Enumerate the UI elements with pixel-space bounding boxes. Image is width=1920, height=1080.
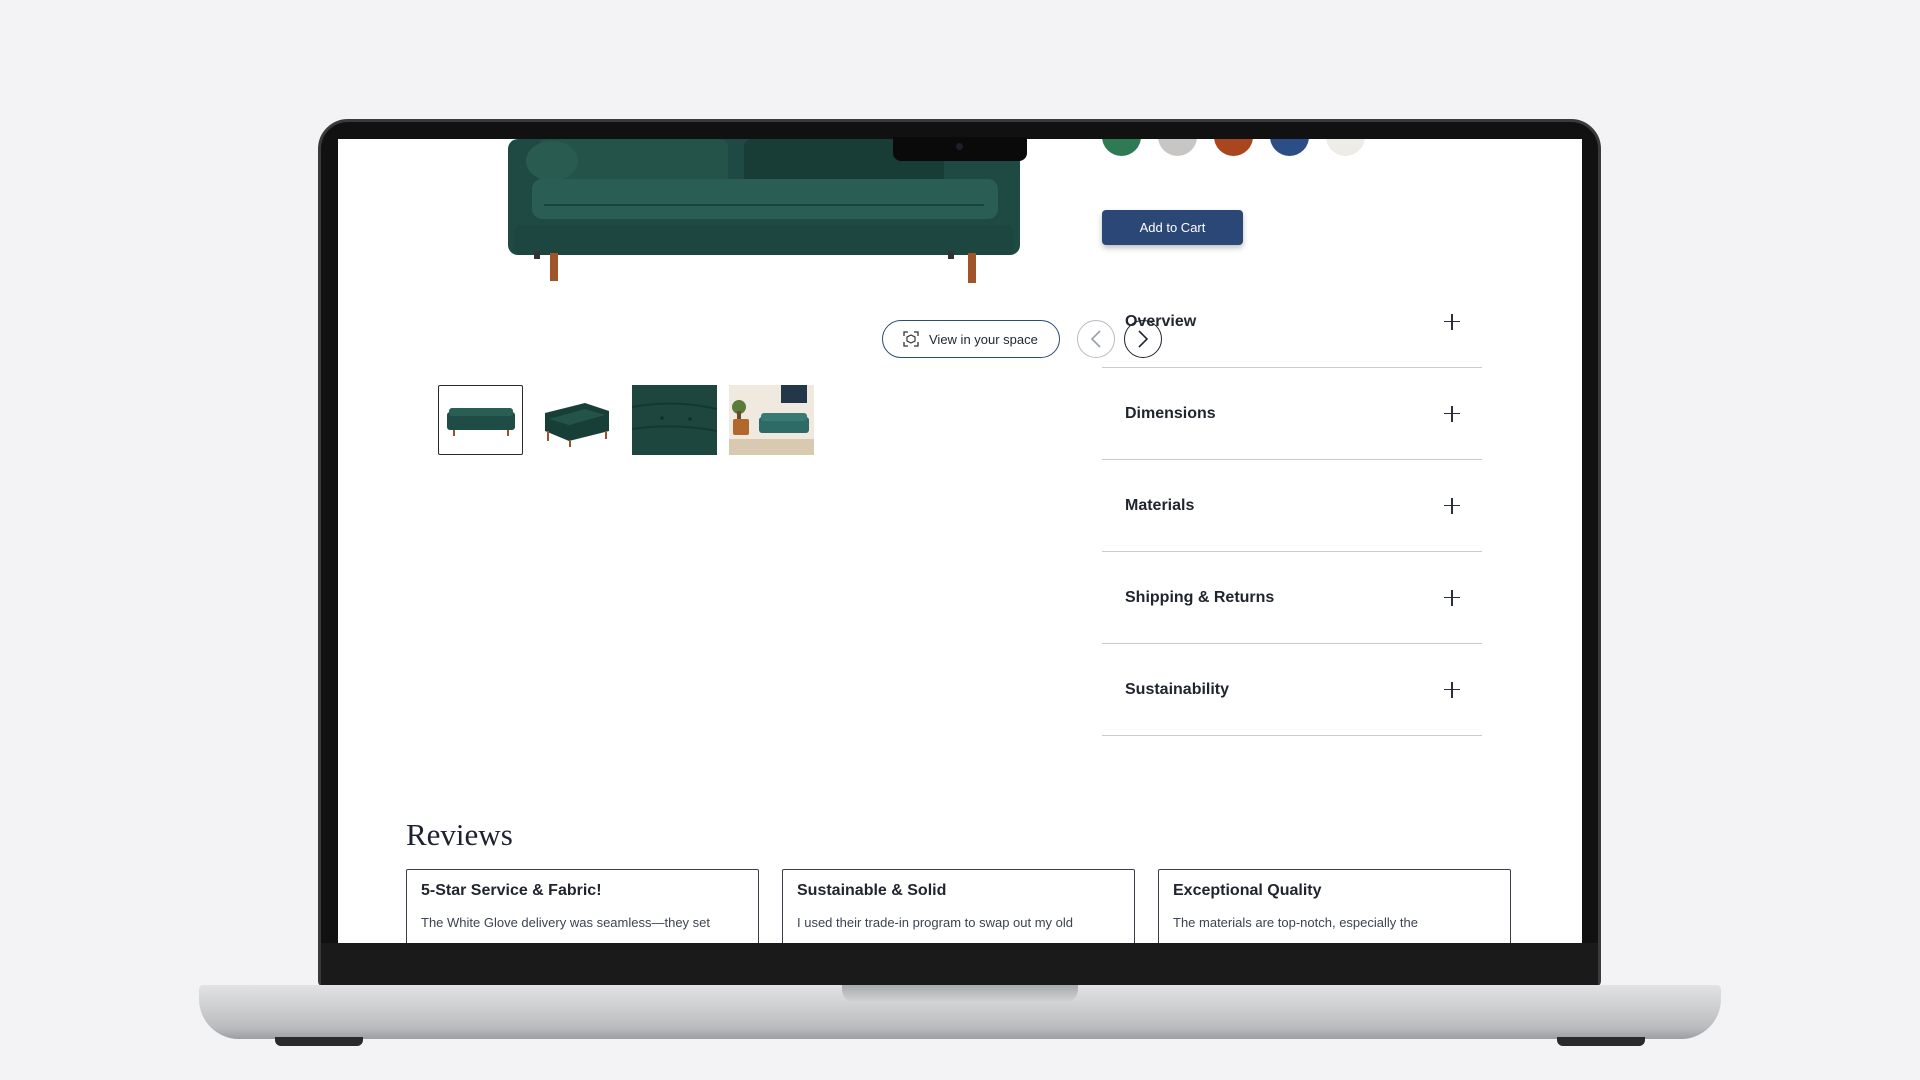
- product-details-accordion: Overview Dimensions Materials Shipping &…: [1102, 276, 1482, 736]
- laptop-hinge: [321, 943, 1598, 987]
- product-hero-image: View in your space: [438, 139, 1162, 370]
- camera-icon: [956, 143, 963, 150]
- ar-view-icon: [903, 331, 919, 347]
- review-card[interactable]: 5-Star Service & Fabric! The White Glove…: [406, 869, 759, 943]
- accordion-label: Overview: [1125, 312, 1197, 330]
- accordion-label: Dimensions: [1125, 404, 1216, 422]
- chevron-left-icon: [1090, 330, 1101, 348]
- review-body: The materials are top-notch, especially …: [1173, 915, 1418, 930]
- camera-notch: [893, 137, 1027, 161]
- review-body: The White Glove delivery was seamless—th…: [421, 915, 710, 930]
- laptop-foot: [1557, 1037, 1645, 1046]
- thumbnail-fabric-detail[interactable]: [632, 385, 717, 455]
- accordion-label: Shipping & Returns: [1125, 588, 1275, 606]
- accordion-shipping-returns[interactable]: Shipping & Returns: [1102, 552, 1482, 644]
- review-title: Sustainable & Solid: [797, 882, 947, 899]
- thumbnail-strip: [438, 385, 814, 455]
- laptop-screen: View in your space Add to Cart Overview …: [338, 139, 1582, 943]
- swatch-rust[interactable]: [1214, 139, 1253, 156]
- plus-icon: [1444, 589, 1460, 606]
- reviews-heading: Reviews: [406, 817, 513, 852]
- swatch-navy-blue[interactable]: [1270, 139, 1309, 156]
- accordion-label: Sustainability: [1125, 680, 1230, 698]
- accordion-label: Materials: [1125, 496, 1195, 514]
- view-in-space-label: View in your space: [929, 331, 1038, 347]
- add-to-cart-button[interactable]: Add to Cart: [1102, 210, 1243, 245]
- accordion-sustainability[interactable]: Sustainability: [1102, 644, 1482, 736]
- laptop-foot: [275, 1037, 363, 1046]
- accordion-dimensions[interactable]: Dimensions: [1102, 368, 1482, 460]
- plus-icon: [1444, 405, 1460, 422]
- swatch-green[interactable]: [1102, 139, 1141, 156]
- review-card[interactable]: Exceptional Quality The materials are to…: [1158, 869, 1511, 943]
- review-body: I used their trade-in program to swap ou…: [797, 915, 1074, 930]
- thumbnail-front-view[interactable]: [438, 385, 523, 455]
- thumbnail-angle-view[interactable]: [535, 385, 620, 455]
- color-swatches: [1102, 139, 1365, 156]
- plus-icon: [1444, 497, 1460, 514]
- laptop-trackpad-notch: [842, 985, 1078, 1003]
- review-title: Exceptional Quality: [1173, 882, 1322, 899]
- swatch-light-gray[interactable]: [1158, 139, 1197, 156]
- swatch-cream[interactable]: [1326, 139, 1365, 156]
- view-in-space-button[interactable]: View in your space: [882, 320, 1060, 358]
- review-title: 5-Star Service & Fabric!: [421, 882, 602, 899]
- accordion-overview[interactable]: Overview: [1102, 276, 1482, 368]
- accordion-materials[interactable]: Materials: [1102, 460, 1482, 552]
- thumbnail-room-scene[interactable]: [729, 385, 814, 455]
- plus-icon: [1444, 313, 1460, 330]
- review-card[interactable]: Sustainable & Solid I used their trade-i…: [782, 869, 1135, 943]
- plus-icon: [1444, 681, 1460, 698]
